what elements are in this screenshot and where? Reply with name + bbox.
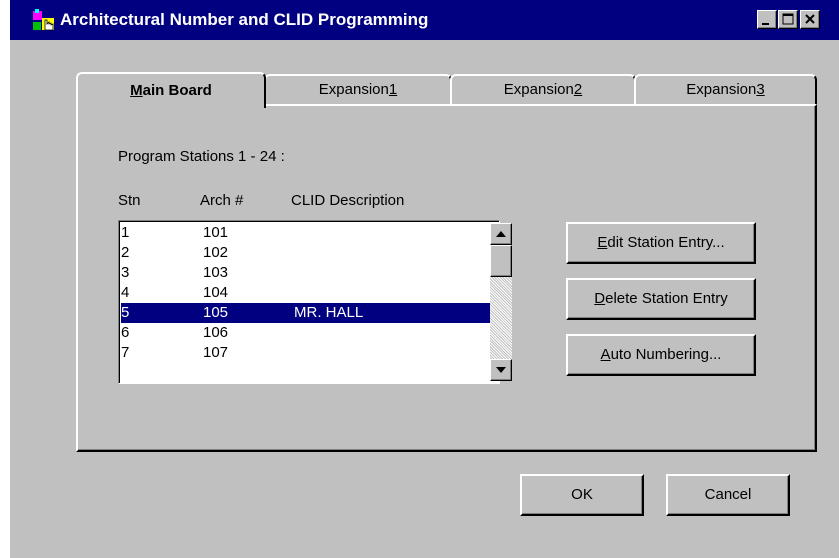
cell-arch: 102 [203,244,229,261]
scroll-up-button[interactable] [490,223,512,245]
app-icon [33,9,54,31]
list-item[interactable]: 7 107 [121,343,491,363]
tab-expansion-2[interactable]: Expansion 2 [450,74,636,106]
list-item[interactable]: 6 106 [121,323,491,343]
maximize-icon [782,13,794,25]
button-label: Edit Station Entry... [597,234,725,251]
list-item-selected[interactable]: 5 105 MR. HALL [121,303,491,323]
list-item[interactable]: 4 104 [121,283,491,303]
dialog-window: Architectural Number and CLID Programmin… [8,0,839,558]
program-stations-heading: Program Stations 1 - 24 : [118,148,285,165]
scroll-thumb[interactable] [490,245,512,277]
minimize-button[interactable] [757,10,777,29]
cell-arch: 106 [203,324,229,341]
minimize-icon [762,23,769,25]
arrow-down-icon [496,367,506,373]
ok-button[interactable]: OK [520,474,644,516]
maximize-button[interactable] [778,10,798,29]
vertical-scrollbar[interactable] [490,223,512,381]
cell-arch: 101 [203,224,229,241]
close-button[interactable] [800,10,820,29]
cancel-button[interactable]: Cancel [666,474,790,516]
cell-arch: 107 [203,344,229,361]
tab-panel: Program Stations 1 - 24 : Stn Arch # CLI… [76,104,817,452]
cell-stn: 5 [121,304,130,321]
close-icon [805,14,815,24]
button-label: Delete Station Entry [594,290,728,307]
cell-stn: 7 [121,344,130,361]
button-label: Auto Numbering... [600,346,722,363]
column-header-clid: CLID Description [291,192,405,209]
scroll-down-button[interactable] [490,359,512,381]
tab-label: Expansion 2 [503,81,583,98]
cell-stn: 3 [121,264,130,281]
list-item[interactable]: 3 103 [121,263,491,283]
cell-arch: 103 [203,264,229,281]
column-header-stn: Stn [118,192,141,209]
cell-arch: 105 [203,304,229,321]
window-title: Architectural Number and CLID Programmin… [60,10,429,29]
auto-numbering-button[interactable]: Auto Numbering... [566,334,756,376]
cell-stn: 2 [121,244,130,261]
cell-clid: MR. HALL [294,304,364,321]
station-listbox[interactable]: 1 101 2 102 3 103 4 104 5 105 MR. HALL 6… [118,220,512,384]
list-item[interactable]: 1 101 [121,223,491,243]
list-item[interactable]: 2 102 [121,243,491,263]
title-bar[interactable]: Architectural Number and CLID Programmin… [10,0,839,40]
arrow-up-icon [496,231,506,237]
tab-expansion-1[interactable]: Expansion 1 [264,74,452,106]
tab-main-board[interactable]: Main Board [76,72,266,108]
tab-label: Expansion 1 [318,81,398,98]
cell-arch: 104 [203,284,229,301]
delete-station-entry-button[interactable]: Delete Station Entry [566,278,756,320]
cell-stn: 1 [121,224,130,241]
tab-label: Main Board [130,82,212,99]
column-header-arch: Arch # [200,192,244,209]
cell-stn: 4 [121,284,130,301]
cell-stn: 6 [121,324,130,341]
edit-station-entry-button[interactable]: Edit Station Entry... [566,222,756,264]
tab-expansion-3[interactable]: Expansion 3 [634,74,817,106]
tab-label: Expansion 3 [686,81,765,98]
